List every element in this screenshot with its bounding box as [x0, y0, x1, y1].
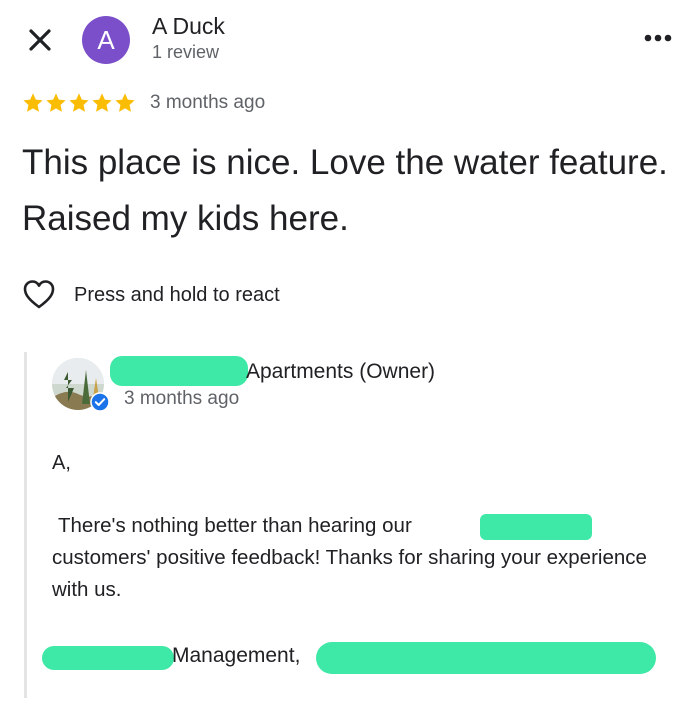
redaction-signature-name — [316, 642, 656, 674]
reply-greeting: A, — [52, 452, 71, 474]
reply-divider — [24, 352, 27, 698]
review-text: This place is nice. Love the water featu… — [22, 143, 668, 238]
reply-sign-off: Management, — [172, 644, 301, 667]
react-button[interactable]: Press and hold to react — [22, 278, 280, 312]
reviewer-name[interactable]: A Duck — [152, 13, 225, 40]
redaction-business-name — [110, 356, 248, 386]
close-button[interactable] — [22, 22, 58, 58]
star-icon — [23, 93, 43, 112]
reply-body-rest: customers' positive feedback! Thanks for… — [52, 546, 647, 601]
owner-reply-date: 3 months ago — [124, 388, 240, 409]
verified-badge-icon — [90, 392, 110, 412]
redaction-property-name — [480, 514, 592, 540]
star-icon — [92, 93, 112, 112]
more-horizontal-icon — [644, 34, 672, 42]
review-count: 1 review — [152, 42, 220, 62]
close-icon — [29, 29, 51, 51]
reply-body-prefix: There's nothing better than hearing our — [58, 514, 412, 537]
heart-outline-icon — [23, 280, 55, 309]
star-icon — [115, 93, 135, 112]
react-label: Press and hold to react — [74, 283, 280, 306]
review-date: 3 months ago — [150, 92, 266, 113]
redaction-signature-prefix — [42, 646, 174, 670]
reviewer-avatar[interactable]: A — [82, 16, 130, 64]
star-rating — [22, 92, 136, 118]
owner-name: Apartments (Owner) — [246, 360, 436, 383]
more-options-button[interactable] — [640, 28, 676, 48]
avatar-letter: A — [97, 24, 115, 55]
star-icon — [69, 93, 89, 112]
star-icon — [46, 93, 66, 112]
